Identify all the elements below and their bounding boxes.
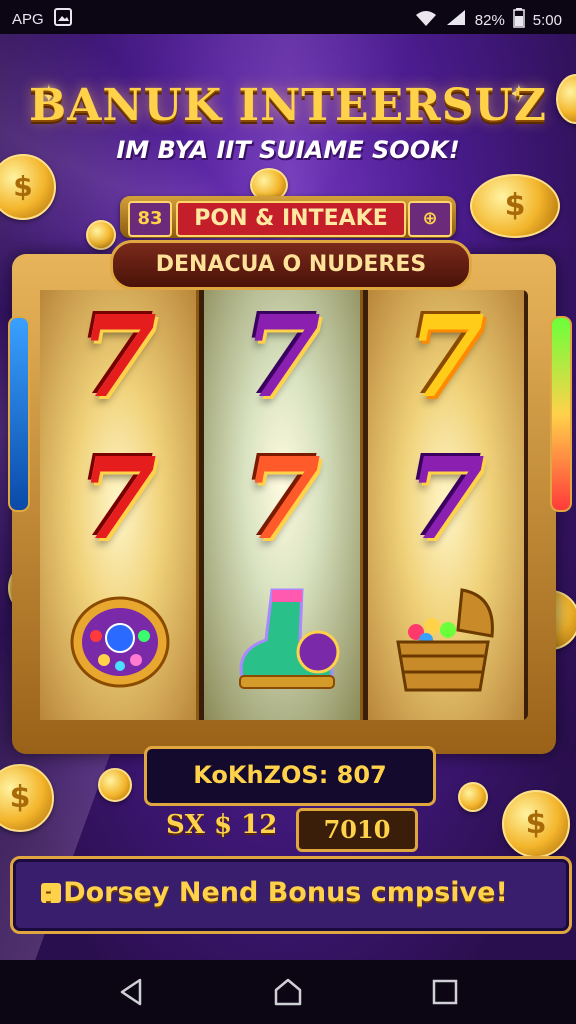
bet-row[interactable]: SX $ 12 7010 [166,808,418,852]
bonus-message-text: : Dorsey Nend Bonus cmpsive! [43,877,508,908]
bet-label: SX $ 12 [166,810,278,840]
carrier-label: APG [12,10,44,28]
navigation-bar [0,960,576,1024]
coin-icon: $ [470,174,560,238]
bet-value[interactable]: 7010 [296,808,418,852]
reel-symbol-seven: 7 [79,292,157,423]
reel-symbol-seven: 7 [79,434,157,565]
coin-icon [86,220,116,250]
feature-banner: 83 PON & INTEAKE ⊕ [120,196,456,238]
reel-1: 7 7 [40,290,199,720]
reel-header-banner: DENACUA O NUDERES [110,240,472,290]
reel-window: 7 7 7 7 7 7 [40,290,528,720]
reel-3: 7 7 [368,290,524,720]
recents-icon[interactable] [424,976,464,1008]
reel-symbol-seven: 7 [243,434,321,565]
right-meter [550,316,572,512]
battery-percent: 82% [474,11,505,29]
coin-icon: $ [502,790,570,858]
back-icon[interactable] [112,976,152,1008]
wifi-icon [415,10,437,30]
signal-icon [445,9,467,31]
game-subtitle: IM BYA IIT SUIAME SOOK! [116,136,460,164]
bonus-readout-text: KoKhZOS: 807 [193,761,387,789]
bonus-message-banner[interactable]: : Dorsey Nend Bonus cmpsive! [10,856,572,934]
reel-symbol-seven: 7 [407,292,485,423]
feature-banner-label: PON & INTEAKE [176,201,406,237]
slot-machine-frame: 7 7 7 7 7 7 [12,254,556,754]
banner-right-cap: ⊕ [408,201,452,237]
bonus-readout: KoKhZOS: 807 [144,746,436,806]
gallery-icon [53,8,72,30]
reel-symbol-seven: 7 [407,434,485,565]
coin-icon [98,768,132,802]
left-meter [8,316,30,512]
shield-gem-icon [68,590,172,698]
status-bar: APG 82% 5:00 [0,0,576,34]
coin-icon [458,782,488,812]
banner-left-cap: 83 [128,201,172,237]
boot-icon [222,580,342,704]
slot-game-screen: ✦ ✦ BANUK INTEERSUZ IM BYA IIT SUIAME SO… [0,34,576,960]
home-icon[interactable] [268,976,308,1008]
reel-2: 7 7 [204,290,363,720]
battery-icon [513,8,525,32]
clock: 5:00 [532,11,562,29]
reel-symbol-seven: 7 [243,292,321,423]
game-title: BANUK INTEERSUZ [29,80,547,131]
treasure-chest-icon [392,586,504,700]
